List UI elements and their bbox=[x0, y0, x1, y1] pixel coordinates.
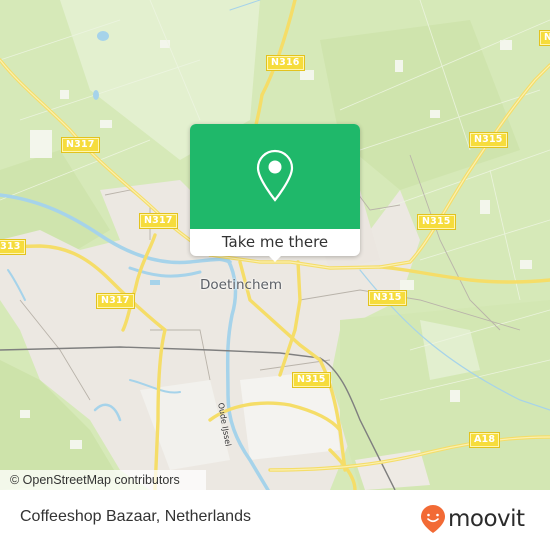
map-view[interactable]: N316 N317 N317 N317 N313 N315 N315 N315 … bbox=[0, 0, 550, 490]
moovit-smile-pin-icon bbox=[421, 505, 445, 533]
road-label-n315: N315 bbox=[368, 290, 407, 306]
brand-name: moovit bbox=[448, 506, 525, 532]
road-label-n313: N313 bbox=[0, 239, 26, 255]
footer-bar: Coffeeshop Bazaar, Netherlands moovit bbox=[0, 490, 550, 550]
city-label: Doetinchem bbox=[200, 277, 282, 293]
road-label-n316: N316 bbox=[266, 55, 305, 71]
road-label-a18: A18 bbox=[468, 432, 501, 448]
road-label-n315: N315 bbox=[539, 30, 550, 46]
moovit-logo[interactable]: moovit bbox=[420, 503, 525, 535]
popup-pointer bbox=[268, 255, 282, 262]
take-me-there-button[interactable]: Take me there bbox=[190, 229, 360, 256]
road-label-n315: N315 bbox=[469, 132, 508, 148]
road-label-n315: N315 bbox=[292, 372, 331, 388]
take-me-there-popup[interactable]: Take me there bbox=[190, 124, 360, 262]
map-pin-icon bbox=[256, 149, 294, 202]
road-label-n317: N317 bbox=[61, 137, 100, 153]
map-attribution[interactable]: © OpenStreetMap contributors bbox=[0, 470, 206, 490]
popup-header[interactable] bbox=[190, 124, 360, 229]
road-label-n315: N315 bbox=[417, 214, 456, 230]
road-label-n317: N317 bbox=[96, 293, 135, 309]
location-title: Coffeeshop Bazaar, Netherlands bbox=[20, 508, 251, 525]
road-label-n317: N317 bbox=[139, 213, 178, 229]
